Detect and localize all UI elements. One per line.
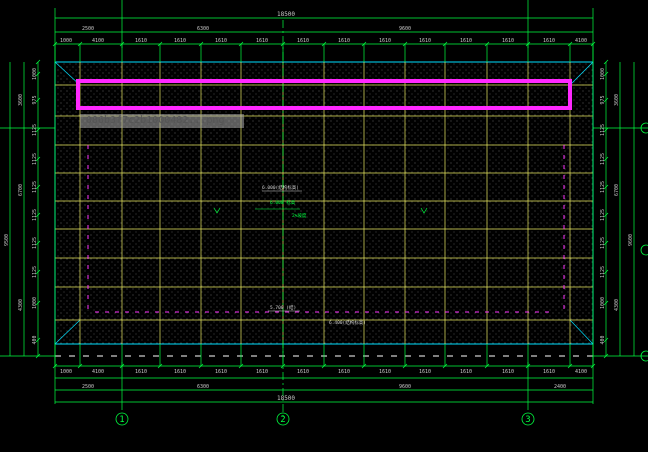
- axis-label-3: 3: [525, 415, 530, 425]
- top-segment-label: 1000: [60, 38, 72, 44]
- bottom-segment-label: 1610: [419, 369, 431, 375]
- left-segment-label: 400: [32, 335, 38, 344]
- bottom-segment-label: 1610: [135, 369, 147, 375]
- right-segment-label: 1125: [600, 153, 606, 165]
- axis-bubble-2[interactable]: 2: [276, 412, 290, 426]
- bottom-segment-label: 1610: [215, 369, 227, 375]
- bottom-segment-label: 1610: [543, 369, 555, 375]
- right-segment-label: 1125: [600, 237, 606, 249]
- right-segment-label: 975: [600, 95, 606, 104]
- left-segment-label: 1125: [32, 153, 38, 165]
- bottom-segment-label: 4100: [92, 369, 104, 375]
- left-segment-label: 1000: [32, 297, 38, 309]
- top-segment-label: 4100: [575, 38, 587, 44]
- dim-right-3: 4300: [614, 299, 620, 311]
- dim-section-top-2: 6300: [197, 26, 209, 32]
- left-segment-label: 1000: [32, 68, 38, 80]
- top-segment-label: 1610: [297, 38, 309, 44]
- right-segment-label: 1000: [600, 297, 606, 309]
- left-segment-label: 1125: [32, 266, 38, 278]
- top-segment-label: 1610: [543, 38, 555, 44]
- right-segment-labels: 1000 975 1125 1125 1125 1125 1125 1125 1000 400: [600, 68, 606, 345]
- top-segment-labels: 1000 4100 1610 1610 1610 1610 1610 1610 1610 1610…: [60, 38, 587, 44]
- right-segment-label: 1125: [600, 209, 606, 221]
- left-segment-label: 1125: [32, 124, 38, 136]
- top-segment-label: 1610: [419, 38, 431, 44]
- bottom-segment-label: 4100: [575, 369, 587, 375]
- axis-label-2: 2: [280, 415, 285, 425]
- dim-left-total: 9500: [4, 234, 10, 246]
- top-segment-label: 1610: [379, 38, 391, 44]
- bottom-segment-label: 1610: [460, 369, 472, 375]
- dim-total-top: 18500: [277, 11, 295, 18]
- dim-right-2: 6700: [614, 184, 620, 196]
- top-segment-label: 1610: [256, 38, 268, 44]
- top-segment-label: 1610: [460, 38, 472, 44]
- dim-left-1: 3600: [18, 94, 24, 106]
- bottom-segment-label: 1610: [174, 369, 186, 375]
- right-axis-bubbles: [640, 122, 648, 362]
- left-segment-label: 1125: [32, 181, 38, 193]
- right-segment-label: 1125: [600, 266, 606, 278]
- dim-right-1: 3600: [614, 94, 620, 106]
- bottom-segment-label: 1610: [338, 369, 350, 375]
- top-segment-label: 1610: [135, 38, 147, 44]
- selection-highlight-box[interactable]: [76, 79, 572, 110]
- cad-drawing-canvas[interactable]: 18500 2500 6300 9600 1000 4100 1610 1610 161…: [0, 0, 648, 452]
- bottom-segment-label: 1610: [379, 369, 391, 375]
- bottom-segment-label: 1610: [297, 369, 309, 375]
- annotation-elev-mid: 6.000 标高: [270, 199, 296, 206]
- axis-bubble-3[interactable]: 3: [521, 412, 535, 426]
- annotation-elev-bottom: 6.400(结构标高): [329, 319, 366, 326]
- dim-section-bottom-4: 2400: [554, 384, 566, 390]
- left-segment-label: 975: [32, 95, 38, 104]
- annotation-slope: 2%坡度: [292, 212, 307, 219]
- top-segment-label: 4100: [92, 38, 104, 44]
- left-segment-label: 1125: [32, 209, 38, 221]
- bottom-segment-label: 1610: [256, 369, 268, 375]
- top-segment-label: 1610: [215, 38, 227, 44]
- right-segment-label: 1000: [600, 68, 606, 80]
- dim-section-bottom-3: 9600: [399, 384, 411, 390]
- dim-section-top-1: 2500: [82, 26, 94, 32]
- dim-left-2: 6700: [18, 184, 24, 196]
- annotation-elev-top: 6.000(结构标高): [262, 184, 299, 191]
- dim-section-bottom-1: 2500: [82, 384, 94, 390]
- top-segment-label: 1610: [174, 38, 186, 44]
- bottom-segment-labels: 1000 4100 1610 1610 1610 1610 1610 1610 1610 1610…: [60, 369, 587, 375]
- top-segment-label: 1610: [338, 38, 350, 44]
- dim-total-bottom: 18500: [277, 395, 295, 402]
- dim-right-total: 9600: [628, 234, 634, 246]
- bottom-segment-label: 1610: [502, 369, 514, 375]
- bottom-segment-label: 1000: [60, 369, 72, 375]
- annotation-elev-low: 5.700 (结): [270, 304, 296, 311]
- axis-label-1: 1: [119, 415, 124, 425]
- right-segment-label: 1125: [600, 181, 606, 193]
- axis-bubble-1[interactable]: 1: [115, 412, 129, 426]
- right-segment-label: 400: [600, 335, 606, 344]
- dim-section-top-3: 9600: [399, 26, 411, 32]
- right-segment-label: 1125: [600, 124, 606, 136]
- top-segment-label: 1610: [502, 38, 514, 44]
- filename-tooltip: 086b3f7c2b1000482...png: [80, 114, 244, 128]
- dim-section-bottom-2: 6300: [197, 384, 209, 390]
- left-segment-labels: 1000 975 1125 1125 1125 1125 1125 1125 1000 400: [32, 68, 38, 345]
- dim-left-3: 4300: [18, 299, 24, 311]
- left-segment-label: 1125: [32, 237, 38, 249]
